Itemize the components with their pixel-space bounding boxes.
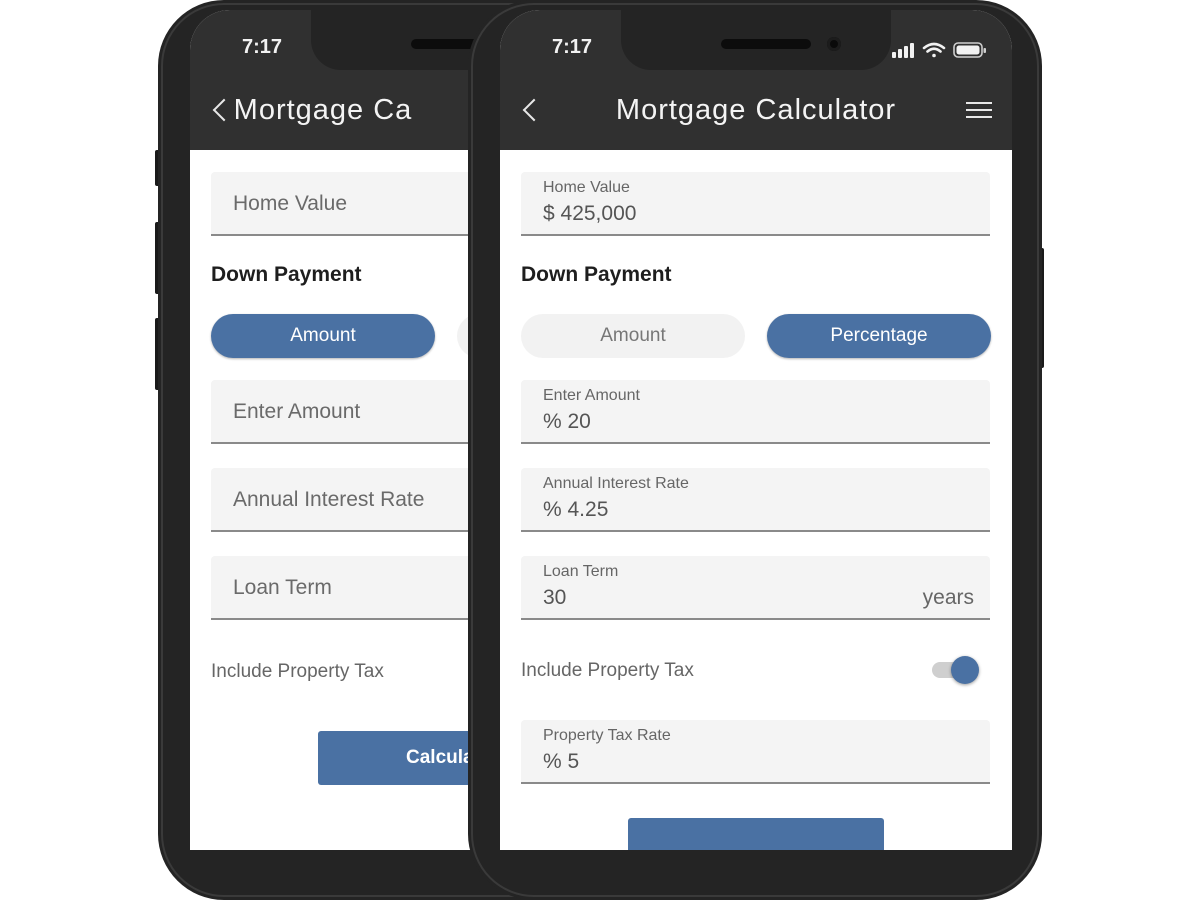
back-calculate-label: Calcula (406, 747, 474, 768)
back-down-payment-heading: Down Payment (211, 263, 362, 286)
speaker (721, 39, 811, 49)
loan-term-field[interactable]: Loan Term 30 years (521, 556, 990, 620)
cellular-signal-icon (892, 43, 914, 58)
home-value-value: $ 425,000 (543, 202, 637, 225)
front-phone-screen: 7:17 Mortgage Calculator Home Value $ 42… (500, 10, 1012, 850)
back-amount-toggle[interactable]: Amount (211, 314, 435, 358)
property-tax-rate-value: % 5 (543, 750, 580, 773)
loan-term-value: 30 (543, 586, 567, 609)
back-interest-rate-placeholder: Annual Interest Rate (233, 488, 425, 511)
status-icons (892, 42, 986, 58)
back-loan-term-placeholder: Loan Term (233, 576, 332, 599)
notch (621, 10, 891, 70)
page-title: Mortgage Calculator (615, 94, 897, 126)
back-property-tax-label: Include Property Tax (211, 661, 384, 682)
front-camera (827, 37, 841, 51)
home-value-label: Home Value (543, 179, 630, 196)
status-time: 7:17 (552, 36, 593, 58)
app-header: 7:17 Mortgage Calculator (500, 10, 1012, 150)
back-status-time: 7:17 (242, 36, 283, 58)
down-payment-heading: Down Payment (521, 263, 672, 286)
loan-term-suffix: years (922, 586, 974, 609)
battery-icon (953, 42, 986, 58)
calculate-button[interactable] (628, 818, 884, 850)
hamburger-menu-icon[interactable] (966, 102, 992, 120)
back-home-value-placeholder: Home Value (233, 192, 348, 215)
property-tax-rate-label: Property Tax Rate (543, 727, 671, 744)
toggle-thumb (951, 656, 979, 684)
percentage-toggle-button[interactable]: Percentage (767, 314, 991, 358)
interest-rate-value: % 4.25 (543, 498, 609, 521)
interest-rate-label: Annual Interest Rate (543, 475, 689, 492)
wifi-icon (922, 42, 946, 58)
home-value-field[interactable]: Home Value $ 425,000 (521, 172, 990, 236)
enter-amount-label: Enter Amount (543, 387, 640, 404)
amount-toggle-button[interactable]: Amount (521, 314, 745, 358)
back-enter-amount-placeholder: Enter Amount (233, 400, 361, 423)
front-phone: 7:17 Mortgage Calculator Home Value $ 42… (468, 0, 1048, 900)
enter-amount-value: % 20 (543, 410, 591, 433)
interest-rate-field[interactable]: Annual Interest Rate % 4.25 (521, 468, 990, 532)
loan-term-label: Loan Term (543, 563, 619, 580)
property-tax-rate-field[interactable]: Property Tax Rate % 5 (521, 720, 990, 784)
enter-amount-field[interactable]: Enter Amount % 20 (521, 380, 990, 444)
property-tax-label: Include Property Tax (521, 660, 694, 681)
